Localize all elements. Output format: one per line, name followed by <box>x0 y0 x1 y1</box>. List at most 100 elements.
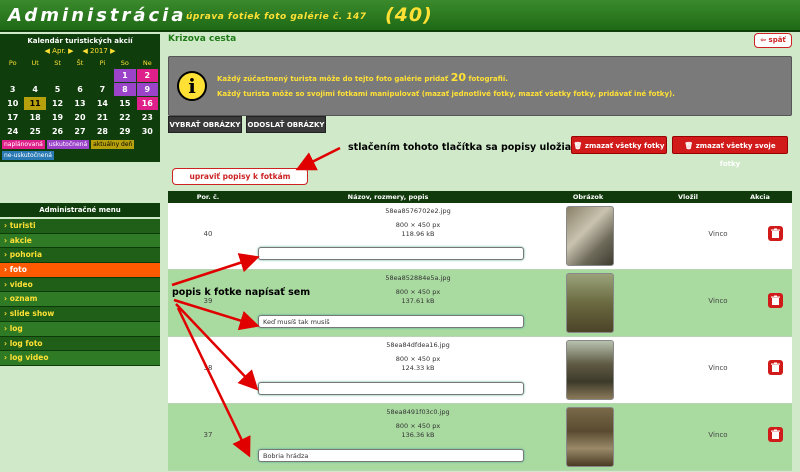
calendar-day[interactable]: 7 <box>92 83 113 96</box>
prev-month-icon[interactable]: ◀ <box>45 47 50 55</box>
calendar: Kalendár turistických akcií ◀ Apr. ▶ ◀ 2… <box>0 34 160 162</box>
legend-not-done: ne-uskutočnená <box>2 151 54 160</box>
calendar-day[interactable]: 12 <box>47 97 68 110</box>
row-filename: 58ea8491f03c0.jpg <box>386 408 450 416</box>
trash-icon[interactable] <box>768 427 783 442</box>
delete-own-button[interactable]: 🗑 zmazať všetky svoje fotky <box>672 136 788 168</box>
row-user: Vinco <box>708 431 728 439</box>
calendar-day[interactable]: 4 <box>24 83 45 96</box>
calendar-day[interactable]: 20 <box>69 111 90 124</box>
page-title: Krizova cesta <box>168 34 237 44</box>
calendar-day[interactable]: 1 <box>114 69 136 82</box>
calendar-day[interactable]: 8 <box>114 83 136 96</box>
menu-item-akcie[interactable]: › akcie <box>0 233 160 249</box>
legend-today: aktuálny deň <box>91 140 135 149</box>
calendar-empty-cell <box>24 69 45 82</box>
menu-item-foto[interactable]: › foto <box>0 263 160 278</box>
app-title: Administrácia <box>8 5 187 26</box>
menu-item-slide-show[interactable]: › slide show <box>0 307 160 322</box>
calendar-day[interactable]: 14 <box>92 97 113 110</box>
legend-planned: naplánovaná <box>2 140 45 149</box>
calendar-day[interactable]: 6 <box>69 83 90 96</box>
menu-item-pohoria[interactable]: › pohoria <box>0 248 160 264</box>
description-input[interactable] <box>258 247 524 260</box>
weekday: Ut <box>31 59 39 67</box>
calendar-day[interactable]: 18 <box>24 111 45 124</box>
row-order: 39 <box>203 297 213 305</box>
calendar-day[interactable]: 10 <box>2 97 23 110</box>
row-size: 118.96 kB <box>401 230 435 238</box>
photo-count: (40) <box>385 4 433 26</box>
delete-all-button[interactable]: 🗑 zmazať všetky fotky <box>571 136 667 154</box>
menu-item-log-video[interactable]: › log video <box>0 351 160 366</box>
annotation-save: stlačením tohoto tlačítka sa popisy ulož… <box>348 142 572 153</box>
photo-table: Por. č. Názov, rozmery, popis Obrázok Vl… <box>168 191 792 471</box>
description-input[interactable] <box>258 449 524 462</box>
calendar-day[interactable]: 15 <box>114 97 135 110</box>
menu-item-log-foto[interactable]: › log foto <box>0 336 160 352</box>
info-box: i Každý zúčastnený turista môže do tejto… <box>168 56 792 116</box>
calendar-day[interactable]: 23 <box>137 111 158 124</box>
row-filename: 58ea84dfdea16.jpg <box>386 341 450 349</box>
col-user: Vložil <box>678 193 698 201</box>
weekday: Št <box>76 59 84 67</box>
photo-thumbnail[interactable] <box>566 407 614 467</box>
calendar-empty-cell <box>2 69 23 82</box>
description-input[interactable] <box>258 382 524 395</box>
calendar-day[interactable]: 16 <box>136 97 158 110</box>
calendar-days: 1 2 3 4 5 6 7 8 9 10 11 12 13 14 15 16 17 18 19 20 21 22 23 24 2… <box>0 69 160 138</box>
prev-year-icon[interactable]: ◀ <box>82 47 87 55</box>
calendar-day[interactable]: 24 <box>2 125 23 138</box>
calendar-legend: naplánovaná uskutočnená aktuálny deň ne-… <box>0 138 160 160</box>
menu-item-video[interactable]: › video <box>0 277 160 293</box>
table-header: Por. č. Názov, rozmery, popis Obrázok Vl… <box>168 191 792 203</box>
calendar-day[interactable]: 2 <box>136 69 158 82</box>
calendar-day[interactable]: 11 <box>24 97 46 110</box>
calendar-day[interactable]: 13 <box>69 97 90 110</box>
calendar-day[interactable]: 25 <box>24 125 45 138</box>
info-line-1: Každý zúčastnený turista môže do tejto f… <box>217 71 508 84</box>
calendar-day[interactable]: 21 <box>92 111 113 124</box>
row-dimensions: 800 × 450 px <box>395 355 441 363</box>
calendar-day[interactable]: 17 <box>2 111 23 124</box>
calendar-day[interactable]: 9 <box>136 83 158 96</box>
weekday: Pi <box>99 59 106 67</box>
menu-item-turisti[interactable]: › turisti <box>0 219 160 234</box>
app-subtitle: úprava fotiek foto galérie č. 147 <box>186 12 367 22</box>
photo-thumbnail[interactable] <box>566 206 614 266</box>
calendar-day[interactable]: 27 <box>69 125 90 138</box>
calendar-day[interactable]: 19 <box>47 111 68 124</box>
select-images-button[interactable]: VYBRAŤ OBRÁZKY <box>168 116 242 133</box>
trash-icon[interactable] <box>768 293 783 308</box>
calendar-day[interactable]: 5 <box>47 83 68 96</box>
trash-icon[interactable] <box>768 226 783 241</box>
description-input[interactable] <box>258 315 524 328</box>
row-user: Vinco <box>708 230 728 238</box>
annotation-description: popis k fotke napísať sem <box>172 287 311 298</box>
edit-descriptions-button[interactable]: upraviť popisy k fotkám <box>172 168 308 185</box>
next-month-icon[interactable]: ▶ <box>68 47 73 55</box>
row-dimensions: 800 × 450 px <box>395 422 441 430</box>
photo-thumbnail[interactable] <box>566 273 614 333</box>
photo-thumbnail[interactable] <box>566 340 614 400</box>
row-filename: 58ea852884e5a.jpg <box>385 274 451 282</box>
menu-item-oznam[interactable]: › oznam <box>0 292 160 308</box>
calendar-day[interactable]: 28 <box>92 125 113 138</box>
next-year-icon[interactable]: ▶ <box>110 47 115 55</box>
photo-limit: 20 <box>450 71 467 84</box>
row-dimensions: 800 × 450 px <box>395 221 441 229</box>
calendar-day[interactable]: 26 <box>47 125 68 138</box>
calendar-day[interactable]: 30 <box>137 125 158 138</box>
info-line-2: Každý turista môže so svojimi fotkami ma… <box>217 90 675 98</box>
weekday: So <box>120 59 129 67</box>
back-button[interactable]: ⇦ späť <box>754 33 792 48</box>
trash-icon[interactable] <box>768 360 783 375</box>
row-size: 124.33 kB <box>401 364 435 372</box>
menu-item-log[interactable]: › log <box>0 321 160 337</box>
calendar-day[interactable]: 3 <box>2 83 23 96</box>
menu-title: Administračné menu <box>0 203 160 217</box>
upload-images-button[interactable]: ODOSLAŤ OBRÁZKY <box>246 116 326 133</box>
calendar-day[interactable]: 29 <box>114 125 135 138</box>
table-row: 38 58ea84dfdea16.jpg 800 × 450 px 124.33… <box>168 337 792 404</box>
calendar-day[interactable]: 22 <box>114 111 135 124</box>
